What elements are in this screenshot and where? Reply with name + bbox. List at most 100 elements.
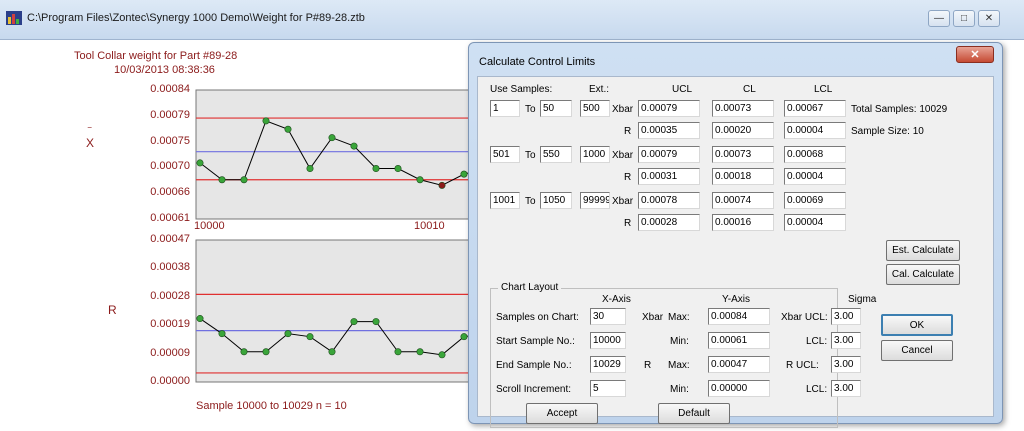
accept-button[interactable]: Accept	[526, 403, 598, 424]
minimize-button[interactable]: —	[928, 10, 950, 27]
sigma-header: Sigma	[848, 294, 877, 305]
calculate-control-limits-dialog: Calculate Control Limits ✕ Use Samples: …	[468, 42, 1003, 428]
xbar-axis-label: X	[86, 136, 95, 150]
r-chart[interactable]	[195, 239, 490, 383]
xbar-y-tick-label: 0.00066	[150, 186, 190, 199]
r-y-tick-label: 0.00009	[150, 346, 190, 359]
default-button[interactable]: Default	[658, 403, 730, 424]
xbar-y-tick-label: 0.00061	[150, 212, 190, 224]
xbar-row-label: Xbar	[612, 196, 634, 207]
xbar-data-point	[306, 165, 314, 173]
sigma-r-lcl-field[interactable]: 3.00	[831, 380, 861, 397]
sigma-xbar-ucl-field[interactable]: 3.00	[831, 308, 861, 325]
r-cl-field[interactable]: 0.00018	[712, 168, 774, 185]
xbar-x-tick-label: 10010	[414, 220, 445, 232]
samples-on-chart-field[interactable]: 30	[590, 308, 626, 325]
r-y-tick-label: 0.00047	[150, 233, 190, 245]
use-samples-to-field[interactable]: 550	[540, 146, 572, 163]
xbar-cl-field[interactable]: 0.00074	[712, 192, 774, 209]
r-plot-background	[195, 239, 477, 383]
cal-calculate-button[interactable]: Cal. Calculate	[886, 264, 960, 285]
r-ucl-field[interactable]: 0.00035	[638, 122, 700, 139]
lcl-header: LCL	[814, 84, 833, 95]
cl-header: CL	[743, 84, 756, 95]
xbar-data-point	[416, 176, 424, 184]
app-chart-icon	[6, 11, 22, 25]
r-min-field[interactable]: 0.00000	[708, 380, 770, 397]
xbar-y-tick-label: 0.00079	[150, 108, 190, 121]
r-data-point	[328, 348, 336, 356]
r-y-tick-label: 0.00038	[150, 261, 190, 274]
xbar-ucl-field[interactable]: 0.00079	[638, 100, 700, 117]
chart-footer: Sample 10000 to 10029 n = 10	[196, 400, 347, 412]
use-samples-to-field[interactable]: 1050	[540, 192, 572, 209]
xbar-lcl-field[interactable]: 0.00067	[784, 100, 846, 117]
r-ucl-field[interactable]: 0.00028	[638, 214, 700, 231]
maximize-button[interactable]: □	[953, 10, 975, 27]
cancel-button[interactable]: Cancel	[881, 340, 953, 361]
xbar-data-point	[328, 134, 336, 142]
r-min-label: Min:	[670, 384, 689, 395]
use-samples-to-field[interactable]: 50	[540, 100, 572, 117]
dialog-title: Calculate Control Limits	[479, 56, 596, 68]
sigma-r-ucl-label: R UCL:	[786, 360, 819, 371]
xbar-y-tick-label: 0.00084	[150, 83, 190, 95]
xbar-ucl-field[interactable]: 0.00079	[638, 146, 700, 163]
r-cl-field[interactable]: 0.00016	[712, 214, 774, 231]
chart-layout-caption: Chart Layout	[498, 282, 562, 293]
scroll-increment-field[interactable]: 5	[590, 380, 626, 397]
sigma-xbar-ucl-label: Xbar UCL:	[781, 312, 828, 323]
r-lcl-field[interactable]: 0.00004	[784, 122, 846, 139]
samples-on-chart-label: Samples on Chart:	[496, 312, 579, 323]
xbar-max-label: Max:	[668, 312, 690, 323]
xbar-data-point	[262, 117, 270, 125]
r-data-point	[350, 318, 358, 326]
xbar-cl-field[interactable]: 0.00073	[712, 100, 774, 117]
sigma-xbar-lcl-field[interactable]: 3.00	[831, 332, 861, 349]
start-sample-field[interactable]: 10000	[590, 332, 626, 349]
close-button[interactable]: ✕	[978, 10, 1000, 27]
ext-field[interactable]: 1000	[580, 146, 610, 163]
x-axis-header: X-Axis	[602, 294, 631, 305]
xbar-y-tick-label: 0.00075	[150, 134, 190, 147]
xbar-data-point	[350, 142, 358, 150]
sample-size: Sample Size: 10	[851, 126, 924, 137]
r-lcl-field[interactable]: 0.00004	[784, 214, 846, 231]
sigma-xbar-lcl-label: LCL:	[806, 336, 828, 347]
scroll-increment-label: Scroll Increment:	[496, 384, 572, 395]
xbar-min-field[interactable]: 0.00061	[708, 332, 770, 349]
use-samples-from-field[interactable]: 1001	[490, 192, 520, 209]
use-samples-from-field[interactable]: 501	[490, 146, 520, 163]
dialog-close-button[interactable]: ✕	[956, 46, 994, 63]
r-cl-field[interactable]: 0.00020	[712, 122, 774, 139]
ext-field[interactable]: 500	[580, 100, 610, 117]
ucl-header: UCL	[672, 84, 693, 95]
est-calculate-button[interactable]: Est. Calculate	[886, 240, 960, 261]
use-samples-from-field[interactable]: 1	[490, 100, 520, 117]
ext-field[interactable]: 99999	[580, 192, 610, 209]
r-max-field[interactable]: 0.00047	[708, 356, 770, 373]
xbar-data-point	[372, 165, 380, 173]
xbar-data-point	[284, 125, 292, 133]
use-samples-header: Use Samples:	[490, 84, 553, 95]
xbar-lcl-field[interactable]: 0.00068	[784, 146, 846, 163]
xbar-max-field[interactable]: 0.00084	[708, 308, 770, 325]
xbar-cl-field[interactable]: 0.00073	[712, 146, 774, 163]
r-lcl-field[interactable]: 0.00004	[784, 168, 846, 185]
to-label: To	[525, 196, 536, 207]
r-max-label: Max:	[668, 360, 690, 371]
xbar-row-label: Xbar	[612, 104, 634, 115]
xbar-chart[interactable]	[195, 89, 490, 220]
xbar-data-point	[240, 176, 248, 184]
xbar-y-tick-label: 0.00070	[150, 160, 190, 173]
end-sample-field[interactable]: 10029	[590, 356, 626, 373]
r-data-point	[394, 348, 402, 356]
r-ucl-field[interactable]: 0.00031	[638, 168, 700, 185]
xbar-lcl-field[interactable]: 0.00069	[784, 192, 846, 209]
sigma-r-ucl-field[interactable]: 3.00	[831, 356, 861, 373]
r-row-label: R	[624, 218, 632, 229]
xbar-ucl-field[interactable]: 0.00078	[638, 192, 700, 209]
r-data-point	[218, 330, 226, 338]
title-bar[interactable]: C:\Program Files\Zontec\Synergy 1000 Dem…	[0, 0, 1024, 40]
ok-button[interactable]: OK	[881, 314, 953, 336]
